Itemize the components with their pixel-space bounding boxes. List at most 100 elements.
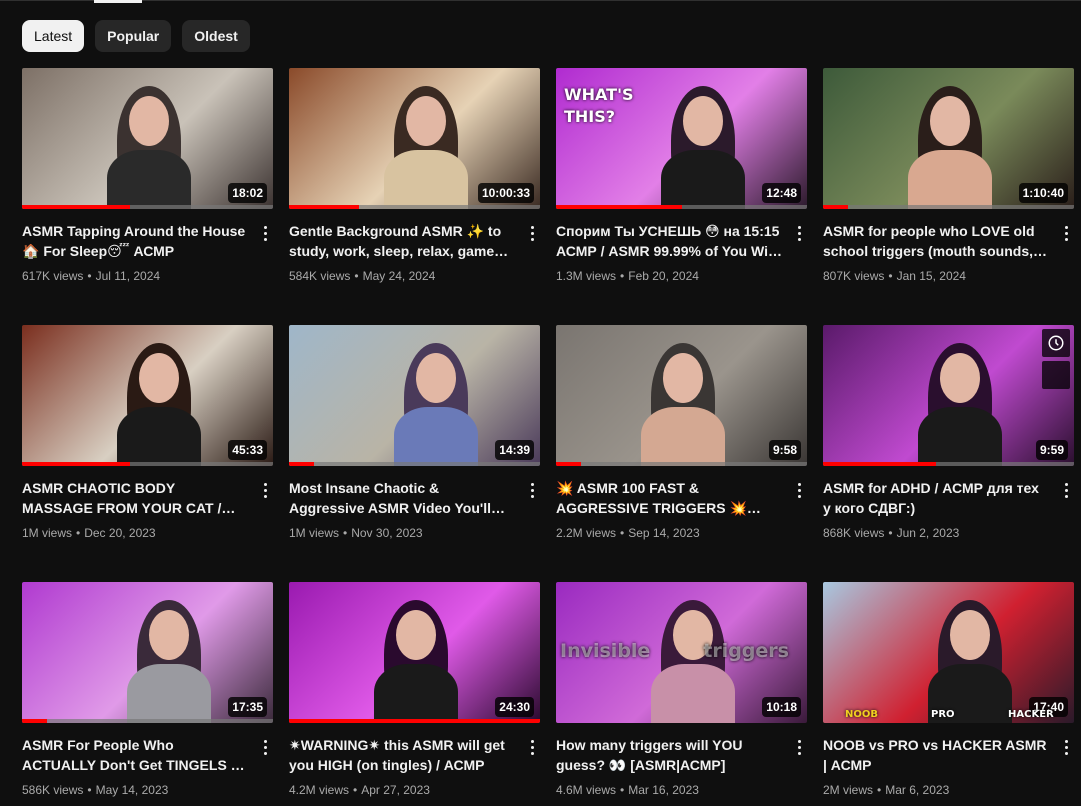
thumbnail-figure-body [661, 150, 745, 209]
thumbnail-figure-face [416, 353, 456, 403]
video-title[interactable]: ASMR for people who LOVE old school trig… [823, 221, 1050, 261]
video-thumbnail[interactable]: 10:18 Invisible triggers [556, 582, 807, 723]
more-actions-icon[interactable] [1058, 221, 1074, 245]
thumbnail-figure-face [396, 610, 436, 660]
video-card[interactable]: 9:58 💥 ASMR 100 FAST & AGGRESSIVE TRIGGE… [556, 325, 807, 582]
more-actions-icon[interactable] [1058, 478, 1074, 502]
separator-dot: • [620, 783, 625, 797]
video-thumbnail[interactable]: 24:30 [289, 582, 540, 723]
video-thumbnail[interactable]: 45:33 [22, 325, 273, 466]
video-duration: 45:33 [228, 440, 267, 460]
video-stats: 586K views • May 14, 2023 [22, 781, 249, 799]
video-card[interactable]: 10:00:33 Gentle Background ASMR ✨ to stu… [289, 68, 540, 325]
separator-dot: • [343, 526, 348, 540]
add-to-queue-icon[interactable] [1042, 361, 1070, 389]
video-card[interactable]: 17:40 NOOB PRO HACKER NOOB vs PRO vs HACKE… [823, 582, 1074, 806]
video-title[interactable]: Most Insane Chaotic & Aggressive ASMR Vi… [289, 478, 516, 518]
thumbnail-figure-body [908, 150, 992, 209]
watch-later-icon[interactable] [1042, 329, 1070, 357]
video-thumbnail[interactable]: 10:00:33 [289, 68, 540, 209]
video-title[interactable]: ASMR CHAOTIC BODY MASSAGE FROM YOUR CAT … [22, 478, 249, 518]
more-actions-icon[interactable] [791, 478, 807, 502]
video-details: ✷WARNING✷ this ASMR will get you HIGH (o… [289, 723, 540, 799]
thumbnail-panel-label: NOOB [845, 709, 878, 720]
video-title[interactable]: ASMR Tapping Around the House🏠 For Sleep… [22, 221, 249, 261]
thumbnail-figure-face [930, 96, 970, 146]
video-card[interactable]: 17:35 ASMR For People Who ACTUALLY Don't… [22, 582, 273, 806]
view-count: 4.2M views [289, 783, 350, 797]
chip-latest[interactable]: Latest [22, 20, 85, 52]
video-stats: 4.6M views • Mar 16, 2023 [556, 781, 783, 799]
chip-popular[interactable]: Popular [95, 20, 172, 52]
thumbnail-figure-face [940, 353, 980, 403]
more-actions-icon[interactable] [1058, 735, 1074, 759]
video-stats: 584K views • May 24, 2024 [289, 267, 516, 285]
upload-date: Dec 20, 2023 [84, 526, 156, 540]
video-title[interactable]: 💥 ASMR 100 FAST & AGGRESSIVE TRIGGERS 💥 … [556, 478, 783, 518]
more-actions-icon[interactable] [791, 221, 807, 245]
upload-date: Jun 2, 2023 [896, 526, 960, 540]
video-card[interactable]: 10:18 Invisible triggers How many trigge… [556, 582, 807, 806]
video-card[interactable]: 1:10:40 ASMR for people who LOVE old sch… [823, 68, 1074, 325]
video-duration: 10:18 [762, 697, 801, 717]
separator-dot: • [87, 269, 92, 283]
video-title[interactable]: Gentle Background ASMR ✨ to study, work,… [289, 221, 516, 261]
upload-date: Jul 11, 2024 [95, 269, 161, 283]
video-duration: 9:59 [1035, 440, 1068, 460]
video-details: ASMR For People Who ACTUALLY Don't Get T… [22, 723, 273, 799]
more-actions-icon[interactable] [257, 735, 273, 759]
chip-oldest[interactable]: Oldest [182, 20, 250, 52]
video-card[interactable]: 12:48 WHAT'S THIS? Спорим Ты УСНЕШЬ 😳 на… [556, 68, 807, 325]
view-count: 868K views [823, 526, 885, 540]
video-stats: 4.2M views • Apr 27, 2023 [289, 781, 516, 799]
video-stats: 868K views • Jun 2, 2023 [823, 524, 1050, 542]
video-thumbnail[interactable]: 9:59 [823, 325, 1074, 466]
upload-date: Mar 16, 2023 [628, 783, 699, 797]
video-title[interactable]: How many triggers will YOU guess? 👀 [ASM… [556, 735, 783, 775]
more-actions-icon[interactable] [791, 735, 807, 759]
video-thumbnail[interactable]: 17:40 NOOB PRO HACKER [823, 582, 1074, 723]
video-title[interactable]: ASMR for ADHD / АСМР для тех у кого СДВГ… [823, 478, 1050, 518]
more-actions-icon[interactable] [257, 221, 273, 245]
thumbnail-figure-body [384, 150, 468, 209]
video-thumbnail[interactable]: 9:58 [556, 325, 807, 466]
video-thumbnail[interactable]: 18:02 [22, 68, 273, 209]
more-actions-icon[interactable] [524, 735, 540, 759]
video-details: ASMR for ADHD / АСМР для тех у кого СДВГ… [823, 466, 1074, 542]
thumbnail-figure-body [651, 664, 735, 723]
video-title[interactable]: ✷WARNING✷ this ASMR will get you HIGH (o… [289, 735, 516, 775]
video-card[interactable]: 45:33 ASMR CHAOTIC BODY MASSAGE FROM YOU… [22, 325, 273, 582]
video-title[interactable]: ASMR For People Who ACTUALLY Don't Get T… [22, 735, 249, 775]
video-thumbnail[interactable]: 12:48 WHAT'S THIS? [556, 68, 807, 209]
thumbnail-figure-face [139, 353, 179, 403]
video-thumbnail[interactable]: 14:39 [289, 325, 540, 466]
video-thumbnail[interactable]: 1:10:40 [823, 68, 1074, 209]
video-stats: 617K views • Jul 11, 2024 [22, 267, 249, 285]
video-duration: 9:58 [768, 440, 801, 460]
video-card[interactable]: 9:59 ASMR for ADHD / АСМР для тех у кого… [823, 325, 1074, 582]
more-actions-icon[interactable] [524, 478, 540, 502]
video-card[interactable]: 18:02 ASMR Tapping Around the House🏠 For… [22, 68, 273, 325]
thumbnail-figure-body [127, 664, 211, 723]
sort-chips: Latest Popular Oldest [22, 20, 250, 52]
more-actions-icon[interactable] [257, 478, 273, 502]
video-duration: 12:48 [762, 183, 801, 203]
separator-dot: • [888, 269, 893, 283]
video-title[interactable]: Спорим Ты УСНЕШЬ 😳 на 15:15 АСМР / ASMR … [556, 221, 783, 261]
video-card[interactable]: 14:39 Most Insane Chaotic & Aggressive A… [289, 325, 540, 582]
video-thumbnail[interactable]: 17:35 [22, 582, 273, 723]
thumbnail-figure-face [683, 96, 723, 146]
video-stats: 1M views • Dec 20, 2023 [22, 524, 249, 542]
thumbnail-panel-label: HACKER [1008, 709, 1054, 720]
more-actions-icon[interactable] [524, 221, 540, 245]
video-grid: 18:02 ASMR Tapping Around the House🏠 For… [22, 68, 1074, 806]
video-title[interactable]: NOOB vs PRO vs HACKER ASMR | АСМР [823, 735, 1050, 775]
view-count: 584K views [289, 269, 351, 283]
view-count: 4.6M views [556, 783, 617, 797]
upload-date: Nov 30, 2023 [351, 526, 423, 540]
video-stats: 2M views • Mar 6, 2023 [823, 781, 1050, 799]
video-card[interactable]: 24:30 ✷WARNING✷ this ASMR will get you H… [289, 582, 540, 806]
video-stats: 1M views • Nov 30, 2023 [289, 524, 516, 542]
video-duration: 14:39 [495, 440, 534, 460]
separator-dot: • [76, 526, 81, 540]
